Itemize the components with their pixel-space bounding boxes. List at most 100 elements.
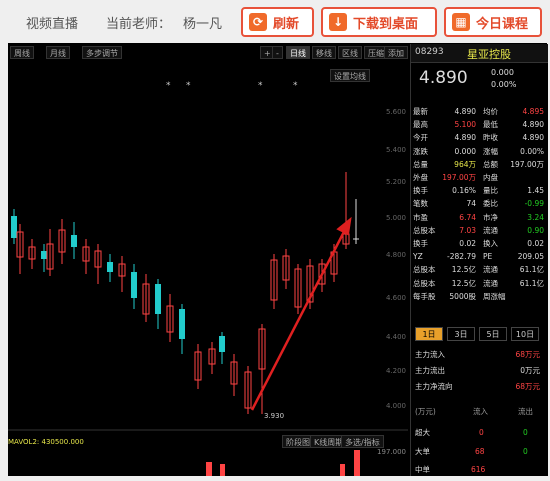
- quote-label: 最新: [413, 107, 428, 116]
- quote-value: 0.90: [527, 225, 544, 235]
- quote-label: PE: [483, 252, 493, 262]
- quote-label: 最高: [413, 120, 428, 130]
- tab-indicators[interactable]: 多选/指标: [341, 435, 384, 448]
- quote-row: YZ -282.79 PE 209.05: [413, 251, 546, 262]
- flow-table-label: 大单: [415, 447, 430, 456]
- quote-label: 均价: [483, 107, 498, 116]
- quote-label: 最低: [483, 120, 498, 130]
- quote-label: 流通: [483, 278, 498, 288]
- stock-name: 星亚控股: [467, 48, 511, 61]
- flow-table-in: 0: [479, 428, 484, 437]
- quote-row: 总量 964万 总额 197.00万: [413, 159, 546, 170]
- quote-value: 4.890: [522, 120, 544, 130]
- quote-value: 197.00万: [510, 159, 544, 169]
- schedule-label: 今日课程: [476, 16, 529, 32]
- quote-value: -0.99: [524, 199, 544, 209]
- schedule-button[interactable]: ▦ 今日课程: [444, 7, 542, 37]
- quote-label: 换手: [413, 239, 428, 248]
- quote-label: 内盘: [483, 173, 498, 182]
- quote-label: 笔数: [413, 199, 428, 209]
- refresh-button[interactable]: ⟳ 刷新: [241, 7, 314, 37]
- flow-value: 68万元: [515, 382, 540, 391]
- candle: [107, 262, 113, 272]
- quote-value: 4.890: [454, 133, 476, 143]
- quote-label: 市盈: [413, 212, 428, 222]
- flow-table-label: 超大: [415, 428, 430, 437]
- quote-value: 0.000: [454, 146, 476, 156]
- quote-label: 外盘: [413, 173, 428, 182]
- candle: [41, 251, 47, 259]
- quote-label: 今开: [413, 133, 428, 143]
- download-button[interactable]: ↓ 下载到桌面: [321, 7, 437, 37]
- trend-arrow-line: [250, 223, 350, 411]
- tab-5day[interactable]: 5日: [479, 327, 507, 341]
- quote-panel: 08293 星亚控股 4.890 0.000 0.00% 最新 4.890 均价 4.…: [410, 44, 548, 476]
- refresh-icon: ⟳: [249, 13, 267, 31]
- quote-value: 3.24: [527, 212, 544, 222]
- flow-label: 主力流出: [415, 366, 445, 375]
- quote-value: 74: [466, 199, 476, 209]
- quote-label: 换入: [483, 239, 498, 248]
- quote-row: 外盘 197.00万 内盘: [413, 172, 546, 183]
- quote-value: 197.00万: [442, 173, 476, 182]
- quote-value: 12.5亿: [451, 278, 476, 288]
- tab-3day[interactable]: 3日: [447, 327, 475, 341]
- volume-axis-top: 197.000: [377, 448, 406, 456]
- price-change: 0.000: [491, 68, 514, 77]
- quote-value: 5.100: [454, 120, 476, 130]
- candlesticks: [11, 172, 359, 414]
- quote-label: 总股本: [413, 225, 436, 235]
- quote-row: 涨跌 0.000 涨幅 0.00%: [413, 146, 546, 157]
- quote-value: 12.5亿: [451, 265, 476, 275]
- quote-row: 最高 5.100 最低 4.890: [413, 119, 546, 130]
- flow-table-header-in: 流入: [473, 407, 488, 416]
- quote-row: 每手股 5000股 周涨幅: [413, 291, 546, 302]
- flow-row: 主力流入 68万元: [413, 349, 546, 360]
- quote-label: 昨收: [483, 133, 498, 143]
- quote-label: 市净: [483, 212, 498, 222]
- candle: [71, 235, 77, 247]
- quote-row: 换手 0.02 换入 0.02: [413, 238, 546, 249]
- quote-value: 0.02: [459, 239, 476, 248]
- kline-chart[interactable]: 周线 月线 多步调节 + - 日线 移线 区线 压缩 添加 设置均线 * * *…: [8, 44, 408, 476]
- trend-arrow-head: [336, 216, 352, 236]
- teacher-name: 杨一凡: [183, 17, 223, 32]
- volume-bars: [206, 450, 360, 476]
- quote-value: 0.02: [527, 239, 544, 248]
- period-tabs: 1日 3日 5日 10日: [411, 326, 548, 342]
- teacher-label: 当前老师：: [106, 17, 172, 32]
- quote-value: 6.74: [459, 212, 476, 222]
- refresh-label: 刷新: [273, 16, 300, 32]
- candle: [155, 284, 161, 314]
- flow-table-in: 68: [475, 447, 485, 456]
- quote-value: 1.45: [527, 186, 544, 196]
- tab-1day[interactable]: 1日: [415, 327, 443, 341]
- quote-label: 每手股: [413, 291, 436, 301]
- bottom-frame: [0, 476, 550, 481]
- tab-10day[interactable]: 10日: [511, 327, 539, 341]
- flow-value: 68万元: [515, 350, 540, 359]
- flow-table-out: 0: [523, 428, 528, 437]
- quote-value: 61.1亿: [519, 278, 544, 288]
- quote-value: 0.16%: [452, 186, 476, 196]
- calendar-icon: ▦: [452, 13, 470, 31]
- quote-row: 最新 4.890 均价 4.895: [413, 106, 546, 117]
- flow-row: 主力流出 0万元: [413, 365, 546, 376]
- flow-row: 主力净流向 68万元: [413, 381, 546, 392]
- quote-row: 总股本 7.03 流通 0.90: [413, 225, 546, 236]
- current-price: 4.890: [419, 68, 468, 88]
- quote-label: 总股本: [413, 278, 436, 288]
- flow-table-header-out: 流出: [518, 407, 533, 416]
- quote-label: 流通: [483, 265, 498, 275]
- candle: [131, 272, 137, 298]
- quote-value: 7.03: [459, 225, 476, 235]
- quote-label: 总额: [483, 159, 498, 169]
- flow-table-row: 超大 0 0: [413, 427, 546, 438]
- live-title: 视频直播: [26, 17, 79, 32]
- flow-table-label: 中单: [415, 465, 430, 474]
- download-label: 下载到桌面: [353, 16, 419, 32]
- download-icon: ↓: [329, 13, 347, 31]
- quote-value: 209.05: [517, 252, 544, 262]
- quote-label: 量比: [483, 186, 498, 196]
- quote-label: YZ: [413, 252, 423, 262]
